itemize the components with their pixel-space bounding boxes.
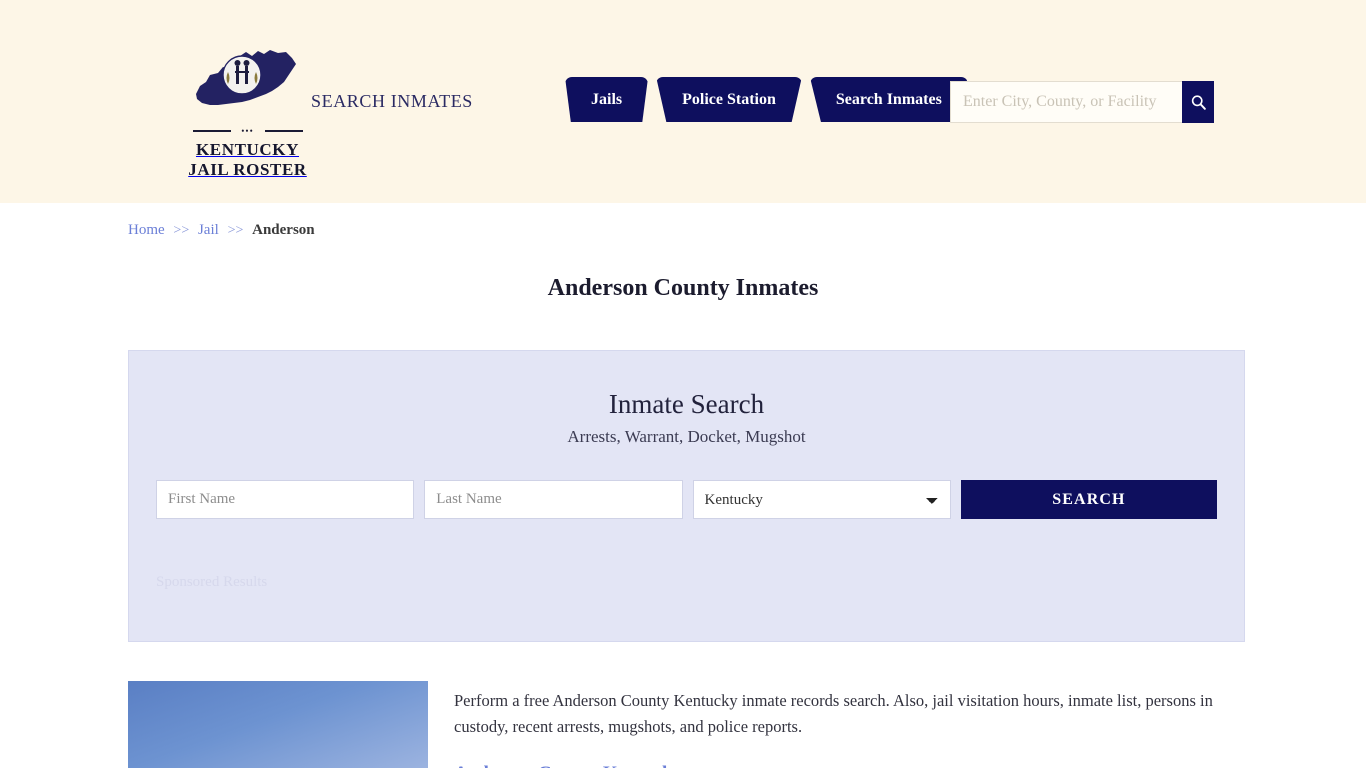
logo-wordmark: KENTUCKY JAIL ROSTER	[160, 140, 335, 180]
logo-dots-icon: •••	[241, 126, 254, 136]
breadcrumb-separator: >>	[173, 223, 190, 238]
nav-button-search-inmates[interactable]: Search Inmates	[809, 77, 968, 122]
site-logo[interactable]: ••• KENTUCKY JAIL ROSTER	[160, 42, 335, 180]
logo-line-2: JAIL ROSTER	[188, 160, 307, 179]
article-thumbnail	[128, 681, 428, 768]
site-header: ••• KENTUCKY JAIL ROSTER SEARCH INMATES …	[0, 0, 1366, 203]
breadcrumb: Home >> Jail >> Anderson	[128, 203, 1238, 239]
logo-divider: •••	[192, 126, 303, 136]
breadcrumb-item-current: Anderson	[252, 222, 315, 238]
panel-subtitle: Arrests, Warrant, Docket, Mugshot	[567, 427, 806, 446]
article-text: Perform a free Anderson County Kentucky …	[454, 681, 1238, 768]
article-paragraph: Perform a free Anderson County Kentucky …	[454, 691, 1213, 736]
main-content: Home >> Jail >> Anderson Anderson County…	[128, 203, 1245, 768]
header-inner: ••• KENTUCKY JAIL ROSTER SEARCH INMATES …	[128, 0, 1238, 203]
inmate-search-form: Kentucky SEARCH	[129, 447, 1244, 519]
panel-search-button[interactable]: SEARCH	[960, 480, 1218, 519]
first-name-input[interactable]	[156, 480, 415, 519]
header-search-button[interactable]	[1182, 81, 1214, 123]
kentucky-state-map-seal-icon	[195, 50, 296, 105]
sponsored-results-label: Sponsored Results	[156, 574, 268, 590]
nav-button-jails[interactable]: Jails	[565, 77, 649, 122]
breadcrumb-separator: >>	[227, 223, 244, 238]
article-section: Perform a free Anderson County Kentucky …	[128, 681, 1238, 768]
panel-title: Inmate Search	[608, 389, 765, 419]
article-heading: Anderson County Kentucky	[454, 763, 1238, 768]
inmate-search-panel: Inmate Search Arrests, Warrant, Docket, …	[128, 350, 1245, 642]
breadcrumb-item-home[interactable]: Home	[128, 222, 165, 238]
last-name-input[interactable]	[424, 480, 683, 519]
header-tagline: SEARCH INMATES	[311, 91, 473, 111]
state-select[interactable]: Kentucky	[692, 480, 951, 519]
main-nav: Jails Police Station Search Inmates	[565, 77, 968, 122]
search-icon	[1191, 94, 1206, 110]
header-search	[950, 81, 1214, 123]
nav-button-police-station[interactable]: Police Station	[656, 77, 802, 122]
breadcrumb-item-jail[interactable]: Jail	[198, 222, 219, 238]
logo-line-1: KENTUCKY	[195, 140, 300, 159]
page-title: Anderson County Inmates	[547, 275, 819, 301]
header-search-input[interactable]	[950, 81, 1182, 123]
